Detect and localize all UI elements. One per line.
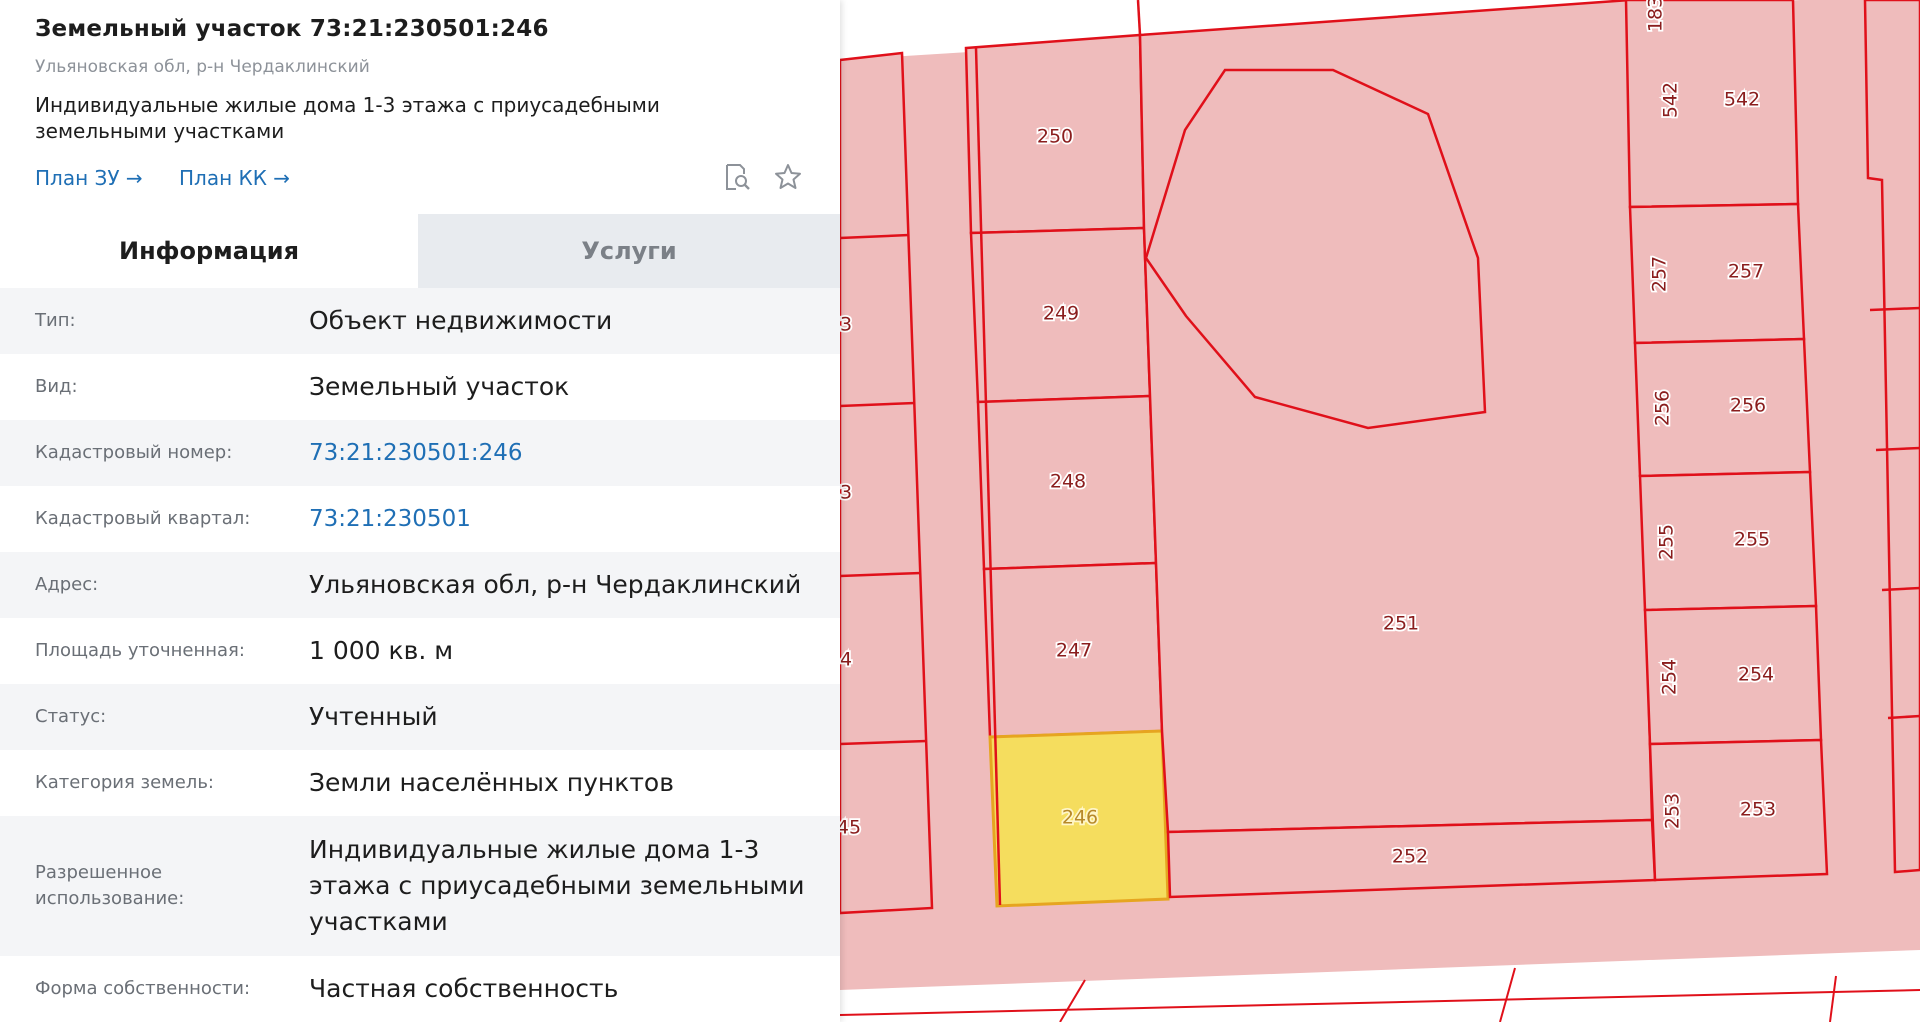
lot-label-249: 249 [1043, 303, 1079, 325]
tab-services[interactable]: Услуги [418, 214, 840, 288]
lot-label-251: 251 [1383, 613, 1419, 635]
info-key: Кадастровый квартал: [35, 508, 251, 529]
info-value: Земли населённых пунктов [309, 768, 674, 797]
lot-label-246: 246 [1062, 807, 1098, 829]
lot-label-partial-2: 3 [840, 482, 852, 504]
page-title: Земельный участок 73:21:230501:246 [35, 16, 549, 42]
address-subtitle: Ульяновская обл, р-н Чердаклинский [35, 57, 370, 77]
info-key: Статус: [35, 706, 107, 727]
lot-label-247: 247 [1056, 640, 1092, 662]
info-value: Ульяновская обл, р-н Чердаклинский [309, 570, 802, 599]
info-value: Учтенный [309, 702, 438, 731]
lot-label-partial-3: 4 [840, 649, 852, 671]
lot-label-542-vertical: 542 [1660, 82, 1682, 118]
panel-header: Земельный участок 73:21:230501:246 Ульян… [0, 0, 840, 198]
lot-label-256: 256 [1730, 395, 1766, 417]
lot-label-partial-4: 45 [837, 817, 861, 839]
lot-label-257-vertical: 257 [1649, 256, 1671, 292]
info-row-ownership: Форма собственности: Частная собственнос… [0, 956, 840, 1022]
lot-label-254: 254 [1738, 664, 1774, 686]
lot-label-250: 250 [1037, 126, 1073, 148]
cadastral-number-link[interactable]: 73:21:230501:246 [309, 435, 805, 471]
lot-label-252: 252 [1392, 846, 1428, 868]
info-value: Индивидуальные жилые дома 1-3 этажа с пр… [309, 835, 805, 936]
lot-label-257: 257 [1728, 261, 1764, 283]
info-value: Объект недвижимости [309, 306, 613, 335]
lot-label-183: 183 [1645, 0, 1667, 32]
lot-label-256-vertical: 256 [1652, 390, 1674, 426]
info-value: Земельный участок [309, 372, 570, 401]
info-table: Тип: Объект недвижимости Вид: Земельный … [0, 288, 840, 1022]
lot-label-248: 248 [1050, 471, 1086, 493]
lot-label-255: 255 [1734, 529, 1770, 551]
plan-zu-link[interactable]: План ЗУ → [35, 166, 143, 190]
info-row-status: Статус: Учтенный [0, 684, 840, 750]
plan-kk-link[interactable]: План КК → [179, 166, 290, 190]
plan-links: План ЗУ → План КК → [35, 166, 320, 190]
info-key: Форма собственности: [35, 978, 251, 999]
tab-bar: Информация Услуги [0, 214, 840, 288]
lot-label-partial-1: 3 [840, 314, 852, 336]
info-key: Адрес: [35, 574, 99, 595]
info-row-address: Адрес: Ульяновская обл, р-н Чердаклински… [0, 552, 840, 618]
info-row-land-category: Категория земель: Земли населённых пункт… [0, 750, 840, 816]
info-row-kind: Вид: Земельный участок [0, 354, 840, 420]
info-row-cadastral-number: Кадастровый номер: 73:21:230501:246 [0, 420, 840, 486]
search-document-icon[interactable] [722, 162, 752, 192]
parcel-251[interactable] [1138, 0, 1654, 834]
usage-description: Индивидуальные жилые дома 1-3 этажа с пр… [35, 93, 660, 143]
cadastral-quarter-link[interactable]: 73:21:230501 [309, 501, 805, 537]
info-key: Тип: [35, 310, 76, 331]
tab-information[interactable]: Информация [0, 214, 418, 288]
lot-label-542: 542 [1724, 89, 1760, 111]
app-root: 250 249 248 247 246 251 252 542 542 257 … [0, 0, 1920, 1022]
info-row-cadastral-quarter: Кадастровый квартал: 73:21:230501 [0, 486, 840, 552]
info-key: Кадастровый номер: [35, 442, 233, 463]
lot-label-253: 253 [1740, 799, 1776, 821]
lot-label-254-vertical: 254 [1659, 659, 1681, 695]
star-icon[interactable] [773, 162, 803, 192]
info-row-permitted-use: Разрешенное использование: Индивидуальны… [0, 816, 840, 956]
info-key: Вид: [35, 376, 78, 397]
info-value: Частная собственность [309, 974, 619, 1003]
info-row-type: Тип: Объект недвижимости [0, 288, 840, 354]
info-key: Разрешенное использование: [35, 862, 185, 909]
info-panel: Земельный участок 73:21:230501:246 Ульян… [0, 0, 840, 1022]
lot-label-255-vertical: 255 [1656, 524, 1678, 560]
info-key: Категория земель: [35, 772, 214, 793]
info-value: 1 000 кв. м [309, 636, 454, 665]
info-row-area: Площадь уточненная: 1 000 кв. м [0, 618, 840, 684]
info-key: Площадь уточненная: [35, 640, 245, 661]
lot-label-253-vertical: 253 [1662, 793, 1684, 829]
